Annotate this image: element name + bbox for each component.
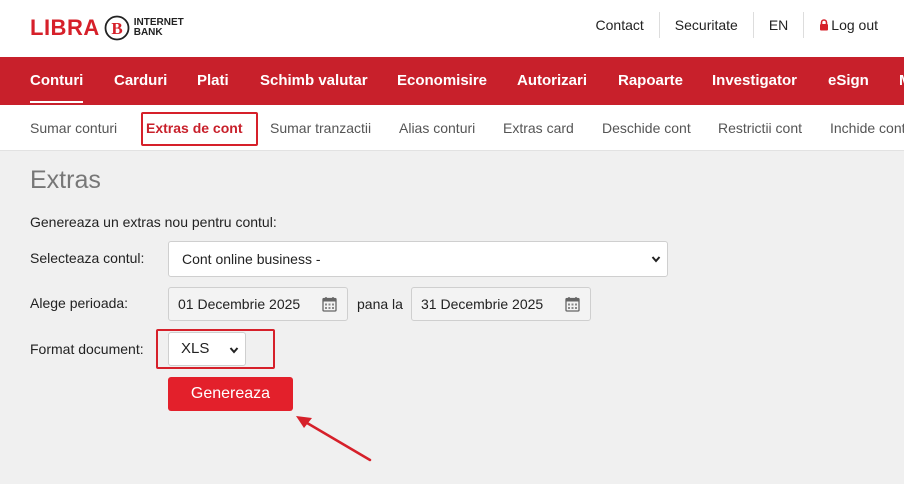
- annotation-arrow: [296, 416, 372, 462]
